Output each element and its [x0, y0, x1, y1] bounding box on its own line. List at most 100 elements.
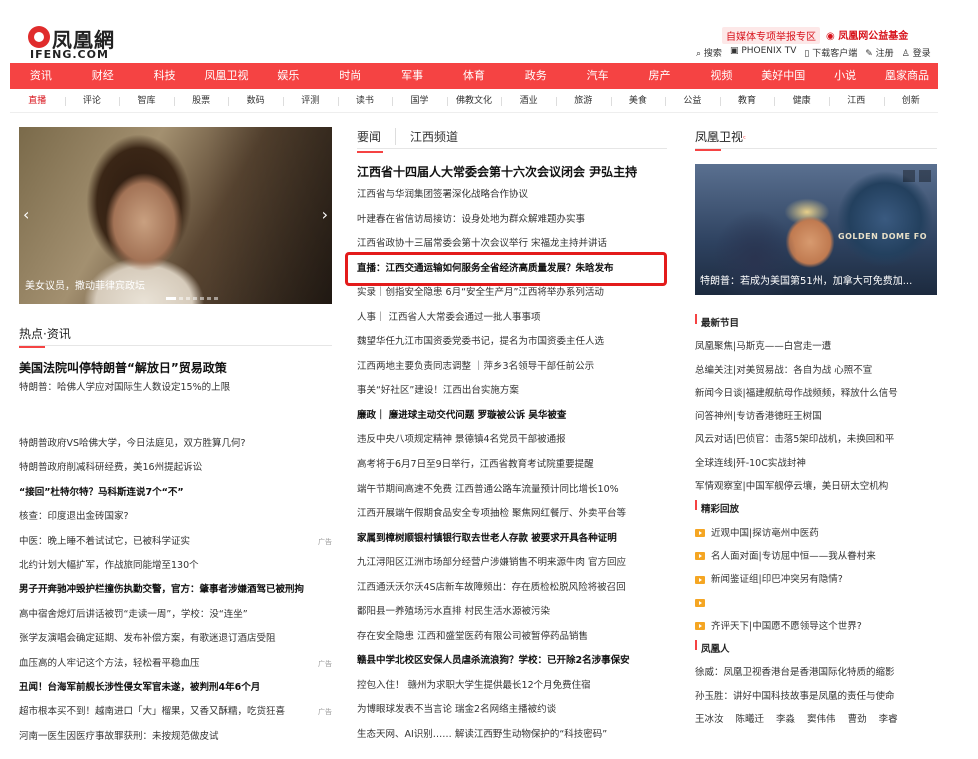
list-item[interactable]: 魏望华任九江市国资委党委书记，提名为市国资委主任人选 [357, 330, 667, 355]
nav-item[interactable]: 时尚 [319, 63, 381, 89]
image-next-icon[interactable] [919, 170, 931, 182]
list-item[interactable]: 高中宿舍熄灯后讲话被罚“走读一周”，学校：没“连坐” [19, 603, 332, 627]
tab-jiangxi[interactable]: 江西频道 [410, 128, 472, 145]
list-item[interactable]: “接回”杜特尔特？马科斯连说7个“不” [19, 481, 332, 505]
subnav-item[interactable]: 佛教文化 [446, 89, 502, 112]
slider-dot[interactable] [166, 297, 176, 300]
list-item[interactable]: 凤凰聚焦|马斯克——白宫走一遭 [695, 335, 935, 358]
list-item[interactable]: 端午节期间高速不免费 江西普通公路车流量预计同比增长10% [357, 478, 667, 503]
charity-fund-link[interactable]: ◉ 凤凰网公益基金 [826, 27, 908, 42]
subnav-item[interactable]: 股票 [173, 89, 229, 112]
list-item[interactable]: 九江浔阳区江洲市场部分经营户涉嫌销售不明来源牛肉 官方回应 [357, 551, 667, 576]
nav-item[interactable]: 视频 [690, 63, 752, 89]
list-item[interactable]: 特朗普：哈佛人学应对国际生人数设定15%的上限 [19, 378, 332, 398]
list-item[interactable]: 赣县中学北校区安保人员虐杀流浪狗？学校：已开除2名涉事保安 [357, 649, 667, 674]
nav-item[interactable]: 资讯 [10, 63, 72, 89]
list-item[interactable]: 风云对话|巴侦官：击落5架印战机，未换回和平 [695, 428, 935, 451]
video-item[interactable]: 名人面对面|专访屈中恒——我从眷村来 [695, 545, 935, 568]
subnav-item[interactable]: 教育 [719, 89, 775, 112]
list-item[interactable]: 总编关注|对美贸易战：各自为战 心照不宣 [695, 359, 935, 382]
slider-dot[interactable] [193, 297, 197, 300]
list-item[interactable]: 徐威：凤凰卫视香港台是香港国际化特质的缩影 [695, 661, 935, 684]
ifeng-logo[interactable]: 凤凰網 IFENG.COM [28, 24, 138, 61]
list-item[interactable]: 男子开奔驰冲毁护栏撞伤执勤交警，官方：肇事者涉嫌酒驾已被刑拘 [19, 578, 332, 602]
list-item[interactable]: 人事｜ 江西省人大常委会通过一批人事事项 [357, 306, 667, 331]
anchor-name[interactable]: 李淼 [776, 708, 795, 731]
subnav-item[interactable]: 评论 [64, 89, 120, 112]
image-prev-icon[interactable] [903, 170, 915, 182]
nav-item[interactable]: 财经 [72, 63, 134, 89]
subnav-item[interactable]: 公益 [665, 89, 720, 112]
list-item[interactable]: 江西开展端午假期食品安全专项抽检 聚焦网红餐厅、外卖平台等 [357, 502, 667, 527]
search-link[interactable]: ⌕ 搜索 [696, 46, 722, 59]
video-item[interactable]: 齐评天下|中国愿不愿领导这个世界? [695, 615, 935, 638]
list-item[interactable]: 北约计划大幅扩军，作战旅同能增至130个 [19, 554, 332, 578]
photo-slider[interactable]: ‹ › 美女议员，撒动菲律宾政坛 [19, 127, 332, 304]
list-item[interactable]: 孙玉胜：讲好中国科技故事是凤凰的责任与使命 [695, 685, 935, 708]
slider-caption[interactable]: 美女议员，撒动菲律宾政坛 [25, 277, 145, 292]
tab-news[interactable]: 要闻 [357, 128, 397, 153]
image-caption[interactable]: 特朗普：若成为美国第51州，加拿大可免费加... [700, 272, 912, 287]
anchor-name[interactable]: 陈曦迁 [736, 708, 765, 731]
list-item[interactable]: 新闻今日谈|福建舰航母作战频频，释放什么信号 [695, 382, 935, 405]
subnav-item[interactable]: 健康 [774, 89, 829, 112]
nav-item[interactable]: 凤凰卫视 [196, 63, 258, 89]
subnav-item[interactable]: 国学 [392, 89, 447, 112]
phoenix-tv-title[interactable]: 凤凰卫视ᶜ [695, 128, 746, 151]
phoenix-tv-image[interactable]: GOLDEN DOME FO 特朗普：若成为美国第51州，加拿大可免费加... [695, 164, 937, 295]
hot-headline[interactable]: 美国法院叫停特朗普“解放日”贸易政策 [19, 358, 332, 378]
login-link[interactable]: ♙ 登录 [902, 46, 931, 59]
list-item[interactable]: 河南一医生因医疗事故罪获刑：未按规范做皮试 [19, 725, 332, 749]
ad-item[interactable]: 血压高的人牢记这个方法，轻松看平稳血压 广告 [19, 652, 332, 676]
list-item[interactable]: 存在安全隐患 江西和盛堂医药有限公司被暂停药品销售 [357, 625, 667, 650]
download-app-link[interactable]: ▯ 下载客户端 [804, 46, 857, 59]
list-item[interactable]: 江西省与华润集团签署深化战略合作协议 [357, 183, 667, 208]
anchor-name[interactable]: 窦伟伟 [807, 708, 836, 731]
list-item[interactable]: 特朗普政府VS哈佛大学，今日法庭见，双方胜算几何? [19, 432, 332, 456]
anchor-name[interactable]: 曹劲 [848, 708, 867, 731]
phoenix-tv-link[interactable]: ▣ PHOENIX TV [730, 46, 796, 59]
subnav-item[interactable]: 酒业 [501, 89, 556, 112]
nav-item[interactable]: 军事 [381, 63, 443, 89]
list-item[interactable]: 江西两地主要负责同志调整 ｜萍乡3名领导干部任前公示 [357, 355, 667, 380]
slider-dot[interactable] [186, 297, 190, 300]
nav-item[interactable]: 房产 [629, 63, 691, 89]
anchor-name[interactable]: 王冰汝 [695, 708, 724, 731]
list-item[interactable]: 廉政｜ 廉进球主动交代问题 罗璇被公诉 吴华被查 [357, 404, 667, 429]
ad-item[interactable]: 中医：晚上睡不着试试它，已被科学证实 广告 [19, 530, 332, 554]
list-item[interactable]: 军情观察室|中国军舰停云壤，美日研太空机构 [695, 475, 935, 498]
anchor-name[interactable]: 李睿 [879, 708, 898, 731]
subnav-item[interactable]: 美食 [610, 89, 666, 112]
nav-item[interactable]: 美好中国 [752, 63, 814, 89]
list-item[interactable]: 丑闻！台海军前舰长涉性侵女军官未遂，被判刑4年6个月 [19, 676, 332, 700]
report-zone-link[interactable]: 自媒体专项举报专区 [722, 27, 820, 44]
nav-item[interactable]: 科技 [134, 63, 196, 89]
subnav-item[interactable]: 评测 [282, 89, 338, 112]
list-item[interactable]: 生态天网、AI识别…… 解读江西野生动物保护的“科技密码” [357, 723, 667, 748]
video-item[interactable] [695, 592, 935, 615]
register-link[interactable]: ✎ 注册 [865, 46, 893, 59]
list-item[interactable]: 家属到樟树顺银村镇银行取去世老人存款 被要求开具各种证明 [357, 527, 667, 552]
slider-dot[interactable] [200, 297, 204, 300]
list-item[interactable]: 特朗普政府削减科研经费，美16州提起诉讼 [19, 456, 332, 480]
list-item[interactable]: 全球连线|歼-10C实战封神 [695, 452, 935, 475]
subnav-item[interactable]: 智库 [119, 89, 174, 112]
slider-dot[interactable] [214, 297, 218, 300]
subnav-item[interactable]: 创新 [883, 89, 939, 112]
list-item[interactable]: 鄱阳县一养殖场污水直排 村民生活水源被污染 [357, 600, 667, 625]
mid-headline[interactable]: 江西省十四届人大常委会第十六次会议闭会 尹弘主持 [357, 162, 667, 182]
list-item[interactable]: 违反中央八项规定精神 景德镇4名党员干部被通报 [357, 428, 667, 453]
subnav-item[interactable]: 直播 [10, 89, 65, 112]
list-item[interactable]: 张学友演唱会确定延期、发布补偿方案，有歌迷退订酒店受阻 [19, 627, 332, 651]
subnav-item[interactable]: 数码 [228, 89, 283, 112]
nav-item[interactable]: 汽车 [567, 63, 629, 89]
slider-next-icon[interactable]: › [322, 205, 328, 224]
ad-item[interactable]: 超市根本买不到！越南进口「大」榴果，又香又酥糯，吃货狂喜 广告 [19, 700, 332, 724]
subnav-item[interactable]: 旅游 [555, 89, 611, 112]
slider-dot[interactable] [207, 297, 211, 300]
slider-dot[interactable] [179, 297, 183, 300]
list-item[interactable]: 核查：印度退出金砖国家? [19, 505, 332, 529]
hot-news-title[interactable]: 热点·资讯 [19, 325, 71, 348]
nav-item[interactable]: 小说 [814, 63, 876, 89]
list-item[interactable]: 高考将于6月7日至9日举行，江西省教育考试院重要提醒 [357, 453, 667, 478]
